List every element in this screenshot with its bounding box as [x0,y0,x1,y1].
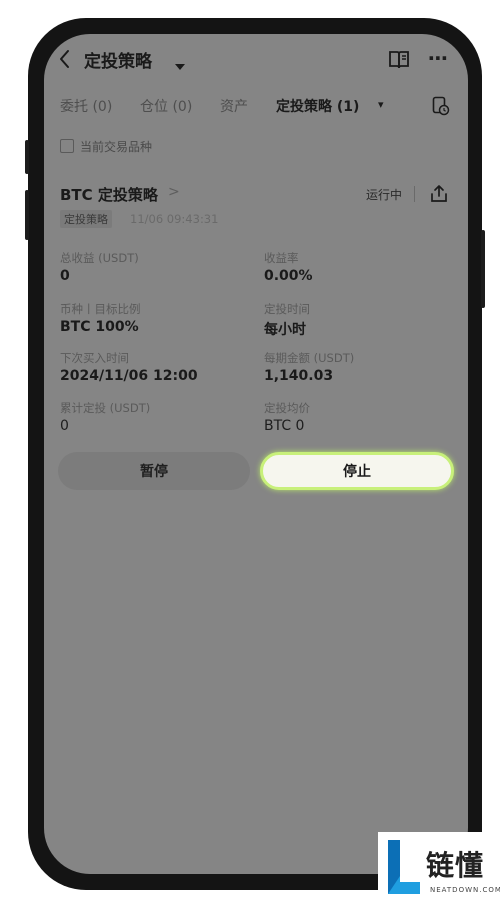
chevron-left-icon [60,50,69,68]
interval-label: 定投时间 [264,302,310,316]
phone-side-button [25,140,29,174]
logo-mark [388,840,420,894]
pause-button[interactable]: 暂停 [58,452,250,490]
total-profit-value: 0 [60,268,70,284]
yield-label: 收益率 [264,251,299,265]
tab-bar: 委托 (0) 仓位 (0) 资产 定投策略 (1) ▾ [60,96,400,120]
watermark-name: 链懂 [426,849,485,882]
stop-button[interactable]: 停止 [260,452,454,490]
yield-value: 0.00% [264,268,313,284]
app-screen: 定投策略 ⋯ 委托 (0) 仓位 (0) 资产 定投策略 (1) ▾ 当前交易品… [44,34,468,874]
back-button[interactable] [58,48,72,74]
page-title[interactable]: 定投策略 [84,47,152,72]
phone-side-button [481,230,485,308]
divider [414,186,415,202]
current-symbol-checkbox[interactable] [60,139,74,153]
status-badge: 运行中 [366,188,403,202]
coin-ratio-value: BTC 100% [60,319,139,335]
cumulative-value: 0 [60,418,69,434]
tab-positions[interactable]: 仓位 (0) [140,96,192,116]
watermark-logo: 链懂 NEATDOWN.COM [378,832,500,903]
amount-label: 每期金额 (USDT) [264,351,355,365]
book-icon [389,51,409,69]
guide-button[interactable] [388,50,410,74]
strategy-title[interactable]: BTC 定投策略 [60,184,158,205]
tab-assets[interactable]: 资产 [220,96,248,116]
history-button[interactable] [432,96,450,120]
title-dropdown[interactable] [175,56,185,75]
tab-dca-strategy[interactable]: 定投策略 (1) [276,96,359,116]
chevron-right-icon[interactable]: > [168,184,180,200]
tab-orders[interactable]: 委托 (0) [60,96,112,116]
phone-side-button [25,190,29,240]
tab-caret-icon[interactable]: ▾ [378,98,384,111]
interval-value: 每小时 [264,322,306,338]
share-button[interactable] [430,184,448,208]
caret-down-icon [175,64,185,70]
more-icon[interactable]: ⋯ [428,46,448,70]
strategy-timestamp: 11/06 09:43:31 [130,212,219,226]
avg-price-label: 定投均价 [264,401,310,415]
strategy-tag: 定投策略 [60,210,112,228]
coin-ratio-label: 币种丨目标比例 [60,302,141,316]
cumulative-label: 累计定投 (USDT) [60,401,151,415]
amount-value: 1,140.03 [264,368,334,384]
history-icon [432,96,450,116]
total-profit-label: 总收益 (USDT) [60,251,139,265]
avg-price-value: BTC 0 [264,418,305,434]
next-buy-label: 下次买入时间 [60,351,129,365]
current-symbol-label: 当前交易品种 [80,140,153,154]
next-buy-value: 2024/11/06 12:00 [60,368,198,384]
share-icon [431,185,447,202]
watermark-url: NEATDOWN.COM [430,886,500,894]
